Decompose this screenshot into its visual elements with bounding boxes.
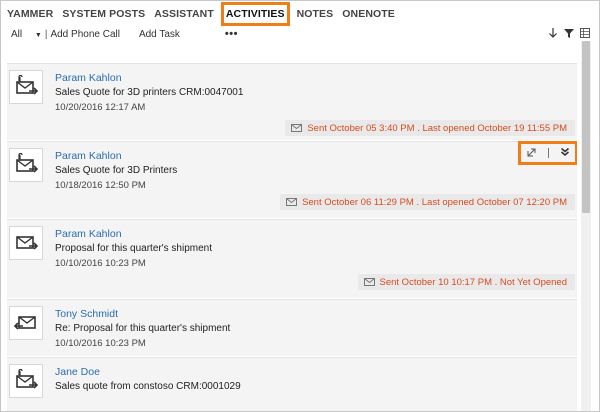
scrollbar[interactable] [581,41,591,411]
email-tracking-status: Sent October 10 10:17 PM . Not Yet Opene… [357,274,575,290]
email-tracking-status: Sent October 06 11:29 PM . Last opened O… [280,194,575,210]
filter-value: All [11,28,23,40]
scrollbar-thumb[interactable] [582,41,590,213]
more-commands-button[interactable]: ••• [225,28,238,40]
filter-dropdown[interactable]: All ▼ [11,29,42,40]
sender-name-link[interactable]: Param Kahlon [55,228,122,240]
add-task-button[interactable]: Add Task [139,29,180,40]
activity-subject: Sales Quote for 3D Printers [55,165,178,176]
activity-date: 10/10/2016 10:23 PM [55,258,146,269]
activity-subject: Re: Proposal for this quarter's shipment [55,323,231,334]
tab-activities[interactable]: ACTIVITIES [220,2,290,26]
activity-subject: Proposal for this quarter's shipment [55,243,212,254]
envelope-icon [291,124,303,132]
row-action-buttons [518,141,577,165]
tab-bar: YAMMER SYSTEM POSTS ASSISTANT ACTIVITIES… [7,2,404,26]
activities-panel: YAMMER SYSTEM POSTS ASSISTANT ACTIVITIES… [0,0,600,412]
list-item[interactable]: Param Kahlon Proposal for this quarter's… [7,219,577,298]
activities-toolbar: All ▼ | Add Phone Call Add Task ••• [11,27,238,41]
sender-name-link[interactable]: Param Kahlon [55,150,122,162]
tab-notes[interactable]: NOTES [297,7,334,21]
tab-onenote[interactable]: ONENOTE [342,7,395,21]
tab-assistant[interactable]: ASSISTANT [154,7,214,21]
email-attachment-outgoing-icon [9,70,43,104]
status-text: Sent October 05 3:40 PM . Last opened Oc… [307,122,567,134]
sort-down-icon[interactable] [547,26,559,40]
filter-icon[interactable] [563,26,575,40]
sender-name-link[interactable]: Jane Doe [55,366,100,378]
list-item[interactable]: Jane Doe Sales quote from constoso CRM:0… [7,357,577,411]
activity-list: Param Kahlon Sales Quote for 3D printers… [7,63,577,411]
status-text: Sent October 06 11:29 PM . Last opened O… [302,196,567,208]
chevron-down-icon: ▼ [34,31,42,39]
list-item[interactable]: Tony Schmidt Re: Proposal for this quart… [7,299,577,356]
activity-date: 10/18/2016 12:50 PM [55,180,146,191]
tab-system-posts[interactable]: SYSTEM POSTS [62,7,145,21]
toolbar-view-icons [547,26,591,40]
open-record-icon[interactable] [527,144,537,162]
activity-subject: Sales quote from constoso CRM:0001029 [55,381,241,392]
toolbar-divider: | [44,28,48,40]
add-phone-call-button[interactable]: Add Phone Call [50,29,120,40]
activity-date: 10/20/2016 12:17 AM [55,102,146,113]
list-item[interactable]: Param Kahlon Sales Quote for 3D printers… [7,63,577,140]
tab-yammer[interactable]: YAMMER [7,7,53,21]
email-tracking-status: Sent October 05 3:40 PM . Last opened Oc… [285,120,575,136]
grid-view-icon[interactable] [579,26,591,40]
status-text: Sent October 10 10:17 PM . Not Yet Opene… [379,276,568,288]
email-incoming-icon [9,306,43,340]
envelope-icon [286,198,298,206]
email-attachment-outgoing-icon [9,364,43,398]
sender-name-link[interactable]: Tony Schmidt [55,308,118,320]
sender-name-link[interactable]: Param Kahlon [55,72,122,84]
email-outgoing-icon [9,226,43,260]
activity-date: 10/10/2016 10:23 PM [55,338,146,349]
action-divider [547,148,549,158]
activity-subject: Sales Quote for 3D printers CRM:0047001 [55,87,244,98]
list-item[interactable]: Param Kahlon Sales Quote for 3D Printers… [7,141,577,218]
expand-chevron-icon[interactable] [560,144,570,162]
email-attachment-outgoing-icon [9,148,43,182]
envelope-icon [363,278,375,286]
